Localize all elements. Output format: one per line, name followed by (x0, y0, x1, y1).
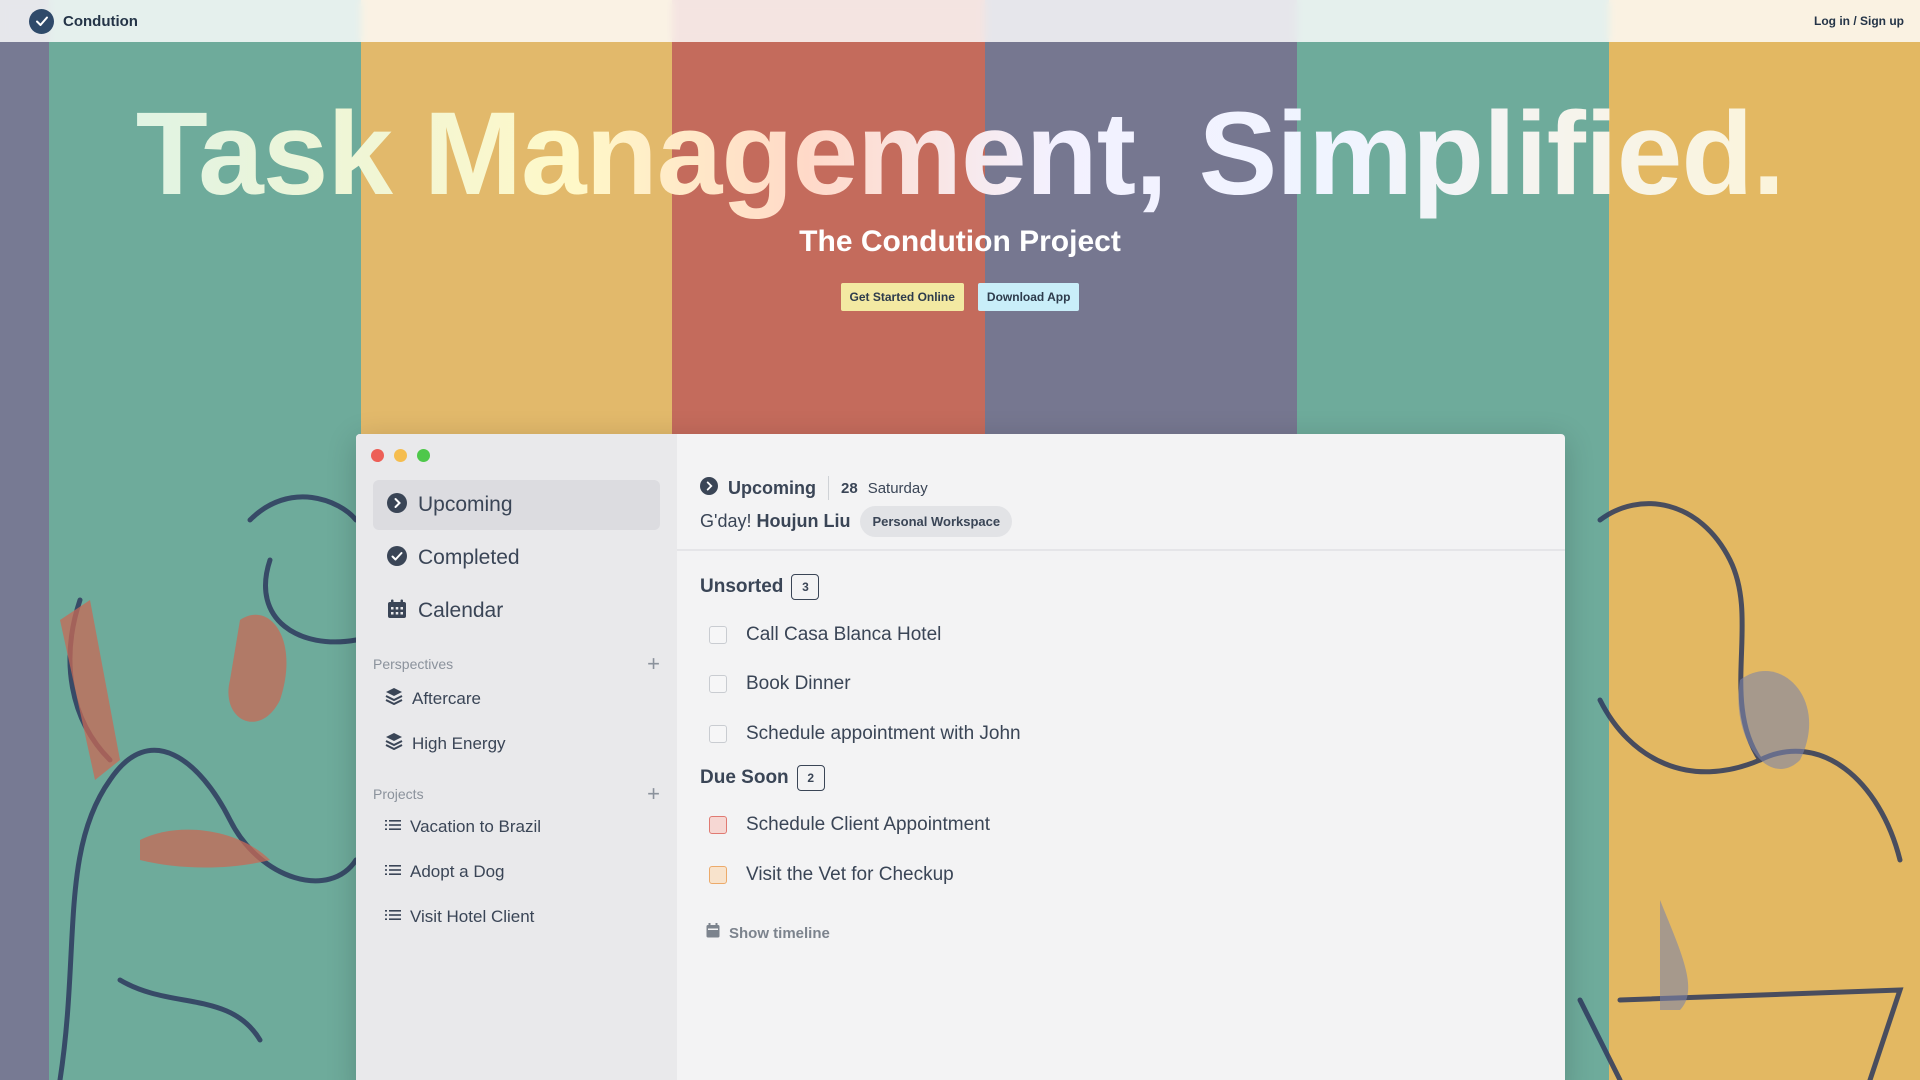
projects-title: Projects (373, 786, 424, 802)
task-checkbox[interactable] (709, 725, 727, 743)
calendar-icon (387, 599, 407, 624)
list-icon (385, 863, 401, 882)
sidebar-nav: Upcoming Completed Calendar (373, 480, 660, 639)
group-count: 3 (791, 574, 820, 600)
sidebar-item-label: Upcoming (418, 493, 513, 516)
task-label: Call Casa Blanca Hotel (746, 624, 942, 645)
page-title: Upcoming (728, 477, 816, 498)
sidebar-item-aftercare[interactable]: Aftercare (385, 687, 481, 710)
sidebar-item-label: Adopt a Dog (410, 862, 505, 881)
sidebar-item-upcoming[interactable]: Upcoming (373, 480, 660, 530)
layers-icon (385, 687, 403, 710)
task-checkbox[interactable] (709, 816, 727, 834)
download-app-button[interactable]: Download App (977, 283, 1080, 311)
group-count: 2 (796, 765, 825, 791)
hero-buttons: Get Started Online Download App (0, 283, 1920, 311)
task-checkbox[interactable] (709, 675, 727, 693)
perspectives-header: Perspectives + (373, 653, 660, 675)
sidebar-item-label: Vacation to Brazil (410, 817, 542, 836)
task-item[interactable]: Visit the Vet for Checkup (709, 864, 954, 886)
hero-subtitle: The Condution Project (799, 225, 1121, 258)
sidebar-item-label: High Energy (412, 733, 506, 753)
group-header-due-soon: Due Soon 2 (700, 765, 825, 791)
task-checkbox[interactable] (709, 866, 727, 884)
show-timeline-label: Show timeline (729, 924, 830, 942)
sidebar-item-calendar[interactable]: Calendar (373, 586, 660, 636)
sidebar-item-adopt-a-dog[interactable]: Adopt a Dog (385, 862, 505, 882)
login-signup-link[interactable]: Log in / Sign up (1814, 14, 1904, 28)
layers-icon (385, 732, 403, 755)
add-project-icon[interactable]: + (647, 783, 660, 805)
task-item[interactable]: Schedule Client Appointment (709, 814, 990, 836)
brand-name: Condution (63, 12, 138, 30)
sidebar-item-label: Visit Hotel Client (410, 907, 535, 926)
get-started-button[interactable]: Get Started Online (840, 283, 964, 311)
hero-title: Task Management, Simplified. (0, 89, 1920, 220)
sidebar-item-label: Completed (418, 546, 520, 569)
task-item[interactable]: Call Casa Blanca Hotel (709, 624, 941, 646)
check-logo-icon (29, 8, 54, 34)
group-title: Unsorted (700, 576, 784, 597)
date-day-number: 28 (841, 479, 858, 497)
divider (828, 476, 829, 500)
workspace-badge[interactable]: Personal Workspace (860, 506, 1013, 537)
list-icon (385, 908, 401, 927)
window-controls (371, 449, 430, 462)
chevron-circle-icon (387, 492, 407, 518)
projects-header: Projects + (373, 783, 660, 805)
show-timeline-button[interactable]: Show timeline (706, 923, 830, 943)
add-perspective-icon[interactable]: + (647, 653, 660, 675)
sidebar-item-label: Calendar (418, 599, 504, 622)
sidebar-item-high-energy[interactable]: High Energy (385, 732, 506, 755)
task-label: Visit the Vet for Checkup (746, 864, 954, 885)
user-name: Houjun Liu (756, 511, 851, 531)
group-header-unsorted: Unsorted 3 (700, 574, 820, 600)
page-title-row: Upcoming 28 Saturday (700, 476, 928, 500)
top-nav: Condution Log in / Sign up (0, 0, 1920, 42)
main-pane: Upcoming 28 Saturday G'day! Houjun Liu P… (677, 434, 1565, 1080)
sidebar-item-visit-hotel-client[interactable]: Visit Hotel Client (385, 907, 534, 927)
greeting: G'day! (700, 511, 752, 531)
close-window-button[interactable] (371, 449, 384, 462)
task-item[interactable]: Book Dinner (709, 673, 851, 695)
main-header: Upcoming 28 Saturday G'day! Houjun Liu P… (677, 434, 1565, 551)
perspectives-title: Perspectives (373, 656, 454, 672)
maximize-window-button[interactable] (417, 449, 430, 462)
task-label: Schedule appointment with John (746, 723, 1021, 744)
brand[interactable]: Condution (29, 8, 138, 34)
group-title: Due Soon (700, 767, 789, 788)
check-circle-icon (387, 545, 407, 571)
date-day-name: Saturday (867, 479, 928, 497)
greeting-row: G'day! Houjun Liu Personal Workspace (700, 506, 1013, 537)
task-label: Schedule Client Appointment (746, 814, 990, 835)
sidebar: Upcoming Completed Calendar Perspectives… (356, 434, 677, 1080)
list-icon (385, 818, 401, 837)
calendar-icon (706, 923, 720, 943)
chevron-circle-icon (700, 476, 718, 500)
task-label: Book Dinner (746, 673, 851, 694)
sidebar-item-completed[interactable]: Completed (373, 533, 660, 583)
sidebar-item-label: Aftercare (412, 688, 481, 708)
task-item[interactable]: Schedule appointment with John (709, 723, 1021, 745)
sidebar-item-vacation-to-brazil[interactable]: Vacation to Brazil (385, 817, 541, 837)
app-window: Upcoming Completed Calendar Perspectives… (356, 434, 1565, 1080)
task-checkbox[interactable] (709, 626, 727, 644)
minimize-window-button[interactable] (394, 449, 407, 462)
